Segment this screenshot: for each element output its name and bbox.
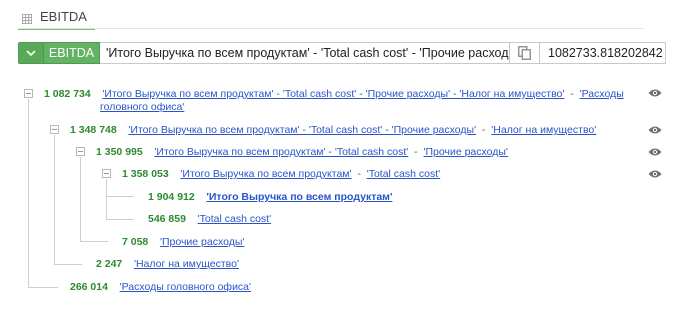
tree-node: 1 350 995 'Итого Выручка по всем продукт… bbox=[96, 145, 508, 159]
operator: - bbox=[414, 146, 418, 158]
formula-reference-link[interactable]: 'Налог на имущество' bbox=[134, 258, 239, 270]
formula-reference-link[interactable]: 'Прочие расходы' bbox=[424, 146, 508, 158]
formula-reference-link[interactable]: 'Прочие расходы' bbox=[160, 236, 244, 248]
collapse-toggle[interactable] bbox=[24, 89, 33, 98]
node-value: 1 904 912 bbox=[148, 191, 195, 203]
tree-node: 1 358 053 'Итого Выручка по всем продукт… bbox=[122, 167, 440, 181]
tree-node: 2 247 'Налог на имущество' bbox=[96, 257, 239, 271]
node-value: 7 058 bbox=[122, 236, 149, 248]
tree-connector bbox=[106, 179, 107, 219]
collapse-toggle[interactable] bbox=[76, 147, 85, 156]
tab-divider bbox=[18, 28, 644, 29]
formula-reference-link[interactable]: 'Расходы головного офиса' bbox=[120, 281, 251, 293]
collapse-toggle[interactable] bbox=[50, 125, 59, 134]
tree-connector bbox=[28, 287, 58, 288]
tree-node: 546 859 'Total cash cost' bbox=[148, 212, 271, 226]
tree-connector bbox=[106, 219, 134, 220]
node-value: 1 082 734 bbox=[44, 88, 91, 100]
tree-node: 7 058 'Прочие расходы' bbox=[122, 235, 244, 249]
formula-input[interactable]: 'Итого Выручка по всем продуктам' - 'Tot… bbox=[100, 42, 510, 64]
formula-reference-link[interactable]: 'Итого Выручка по всем продуктам' - 'Tot… bbox=[102, 88, 564, 100]
chevron-down-icon bbox=[26, 50, 36, 56]
formula-reference-link[interactable]: 'Total cash cost' bbox=[198, 213, 271, 225]
eye-icon[interactable] bbox=[648, 88, 662, 98]
collapse-toggle[interactable] bbox=[102, 169, 111, 178]
formula-reference-link[interactable]: 'Расходы bbox=[580, 88, 624, 100]
table-icon bbox=[22, 11, 32, 24]
copy-icon bbox=[518, 46, 531, 60]
operator: - bbox=[357, 168, 361, 180]
tree-connector bbox=[54, 135, 55, 264]
formula-reference-link[interactable]: 'Итого Выручка по всем продуктам' bbox=[180, 168, 351, 180]
formula-reference-link[interactable]: головного офиса' bbox=[100, 101, 184, 113]
formula-name[interactable]: EBITDA bbox=[44, 42, 100, 64]
tree-node: 1 348 748 'Итого Выручка по всем продукт… bbox=[70, 123, 596, 137]
tree-node: 1 904 912 'Итого Выручка по всем продукт… bbox=[148, 190, 392, 204]
node-value: 2 247 bbox=[96, 258, 123, 270]
tree-node-wrap: головного офиса' bbox=[100, 100, 184, 114]
tree-node: 1 082 734 'Итого Выручка по всем продукт… bbox=[44, 87, 624, 101]
operator: - bbox=[481, 124, 486, 136]
formula-reference-link[interactable]: 'Total cash cost' bbox=[367, 168, 440, 180]
eye-icon[interactable] bbox=[648, 169, 662, 179]
tree-node: 266 014 'Расходы головного офиса' bbox=[70, 280, 251, 294]
tree-connector bbox=[106, 196, 134, 197]
tree-connector bbox=[80, 157, 81, 241]
eye-icon[interactable] bbox=[648, 147, 662, 157]
node-value: 1 350 995 bbox=[96, 146, 143, 158]
tree-connector bbox=[80, 241, 108, 242]
node-value: 266 014 bbox=[70, 281, 108, 293]
node-value: 1 348 748 bbox=[70, 124, 117, 136]
tab-ebitda[interactable]: EBITDA bbox=[18, 6, 95, 30]
tab-label: EBITDA bbox=[40, 8, 87, 24]
eye-icon[interactable] bbox=[648, 125, 662, 135]
formula-reference-link[interactable]: 'Итого Выручка по всем продуктам' - 'Tot… bbox=[154, 146, 408, 158]
tree-connector bbox=[28, 99, 29, 287]
formula-reference-link[interactable]: 'Налог на имущество' bbox=[491, 124, 596, 136]
tree-connector bbox=[54, 264, 82, 265]
operator: - bbox=[570, 88, 574, 100]
formula-bar: EBITDA 'Итого Выручка по всем продуктам'… bbox=[18, 42, 666, 64]
copy-button[interactable] bbox=[510, 42, 540, 64]
node-value: 1 358 053 bbox=[122, 168, 169, 180]
formula-reference-link[interactable]: 'Итого Выручка по всем продуктам' bbox=[206, 191, 392, 203]
node-value: 546 859 bbox=[148, 213, 186, 225]
collapse-toggle-button[interactable] bbox=[18, 42, 44, 64]
formula-value: 1082733.818202842 bbox=[540, 42, 666, 64]
formula-reference-link[interactable]: 'Итого Выручка по всем продуктам' - 'Tot… bbox=[128, 124, 476, 136]
